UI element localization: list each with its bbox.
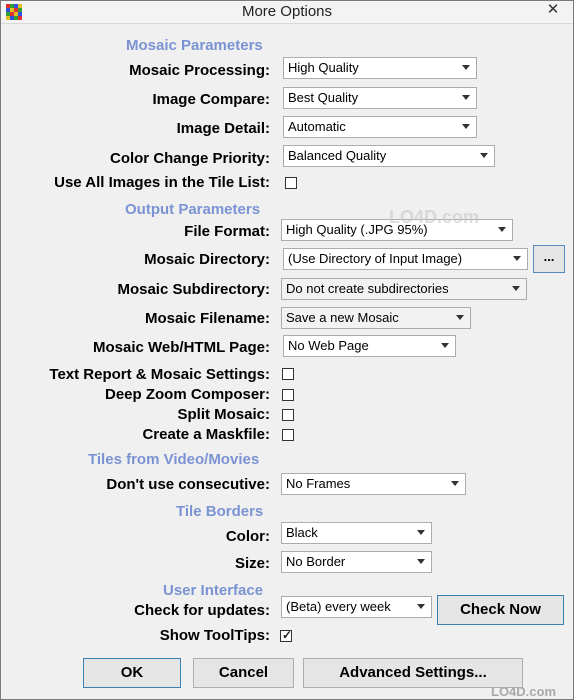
image-compare-select[interactable]: Best Quality	[283, 87, 477, 109]
chevron-down-icon	[480, 153, 488, 158]
dont-use-consecutive-label: Don't use consecutive:	[106, 476, 270, 493]
mosaic-filename-value: Save a new Mosaic	[286, 310, 399, 325]
mosaic-processing-label: Mosaic Processing:	[129, 62, 270, 79]
ok-button[interactable]: OK	[83, 658, 181, 688]
border-color-value: Black	[286, 525, 318, 540]
color-change-priority-select[interactable]: Balanced Quality	[283, 145, 495, 167]
check-updates-value: (Beta) every week	[286, 599, 391, 614]
chevron-down-icon	[498, 227, 506, 232]
watermark-text: LO4D.com	[389, 207, 480, 227]
chevron-down-icon	[462, 95, 470, 100]
show-tooltips-label: Show ToolTips:	[159, 627, 270, 644]
mosaic-web-page-value: No Web Page	[288, 338, 369, 353]
dont-use-consecutive-value: No Frames	[286, 476, 351, 491]
advanced-settings-button[interactable]: Advanced Settings...	[303, 658, 523, 688]
mosaic-directory-label: Mosaic Directory:	[144, 251, 270, 268]
border-size-value: No Border	[286, 554, 346, 569]
mosaic-web-page-select[interactable]: No Web Page	[283, 335, 456, 357]
chevron-down-icon	[456, 315, 464, 320]
mosaic-subdirectory-label: Mosaic Subdirectory:	[117, 281, 270, 298]
split-mosaic-label: Split Mosaic:	[177, 406, 270, 423]
mosaic-directory-select[interactable]: (Use Directory of Input Image)	[283, 248, 528, 270]
watermark-text-footer: LO4D.com	[491, 684, 557, 699]
create-maskfile-checkbox[interactable]	[282, 429, 294, 441]
checkmark-icon: ✓	[282, 628, 293, 642]
mosaic-subdirectory-value: Do not create subdirectories	[286, 281, 449, 296]
close-icon: ✕	[546, 1, 560, 18]
image-detail-select[interactable]: Automatic	[283, 116, 477, 138]
title-bar: More Options ✕	[1, 1, 573, 24]
mosaic-subdirectory-select[interactable]: Do not create subdirectories	[281, 278, 527, 300]
create-maskfile-label: Create a Maskfile:	[142, 426, 270, 443]
mosaic-parameters-heading: Mosaic Parameters	[126, 37, 263, 54]
use-all-images-checkbox[interactable]	[285, 177, 297, 189]
deep-zoom-label: Deep Zoom Composer:	[104, 386, 270, 403]
more-options-window: More Options ✕ Mosaic Parameters Mosaic …	[0, 0, 574, 700]
mosaic-filename-label: Mosaic Filename:	[144, 310, 270, 327]
image-compare-value: Best Quality	[288, 90, 359, 105]
border-color-select[interactable]: Black	[281, 522, 432, 544]
mosaic-directory-value: (Use Directory of Input Image)	[288, 251, 463, 266]
tiles-from-video-heading: Tiles from Video/Movies	[88, 451, 260, 468]
border-size-select[interactable]: No Border	[281, 551, 432, 573]
dont-use-consecutive-select[interactable]: No Frames	[281, 473, 466, 495]
check-updates-select[interactable]: (Beta) every week	[281, 596, 432, 618]
image-compare-label: Image Compare:	[152, 91, 270, 108]
user-interface-heading: User Interface	[163, 582, 264, 599]
image-detail-value: Automatic	[288, 119, 346, 134]
chevron-down-icon	[513, 256, 521, 261]
mosaic-processing-value: High Quality	[288, 60, 359, 75]
output-parameters-heading: Output Parameters	[125, 201, 261, 218]
color-change-priority-label: Color Change Priority:	[109, 150, 270, 167]
chevron-down-icon	[462, 65, 470, 70]
split-mosaic-checkbox[interactable]	[282, 409, 294, 421]
chevron-down-icon	[512, 286, 520, 291]
chevron-down-icon	[417, 559, 425, 564]
chevron-down-icon	[441, 343, 449, 348]
use-all-images-label: Use All Images in the Tile List:	[54, 174, 270, 191]
check-updates-label: Check for updates:	[134, 602, 270, 619]
browse-directory-button[interactable]: ...	[533, 245, 565, 273]
chevron-down-icon	[417, 530, 425, 535]
chevron-down-icon	[451, 481, 459, 486]
tile-borders-heading: Tile Borders	[176, 503, 264, 520]
deep-zoom-checkbox[interactable]	[282, 389, 294, 401]
text-report-label: Text Report & Mosaic Settings:	[49, 366, 270, 383]
show-tooltips-checkbox[interactable]: ✓	[280, 628, 293, 642]
text-report-checkbox[interactable]	[282, 368, 294, 380]
cancel-button[interactable]: Cancel	[193, 658, 294, 688]
check-now-button[interactable]: Check Now	[437, 595, 564, 625]
mosaic-web-page-label: Mosaic Web/HTML Page:	[93, 339, 270, 356]
border-size-label: Size:	[234, 555, 270, 572]
window-title: More Options	[241, 3, 333, 20]
color-change-priority-value: Balanced Quality	[288, 148, 387, 163]
chevron-down-icon	[417, 604, 425, 609]
image-detail-label: Image Detail:	[176, 120, 270, 137]
file-format-label: File Format:	[184, 223, 270, 240]
chevron-down-icon	[462, 124, 470, 129]
mosaic-processing-select[interactable]: High Quality	[283, 57, 477, 79]
close-button[interactable]: ✕	[538, 1, 568, 19]
mosaic-filename-select[interactable]: Save a new Mosaic	[281, 307, 471, 329]
border-color-label: Color:	[225, 528, 270, 545]
